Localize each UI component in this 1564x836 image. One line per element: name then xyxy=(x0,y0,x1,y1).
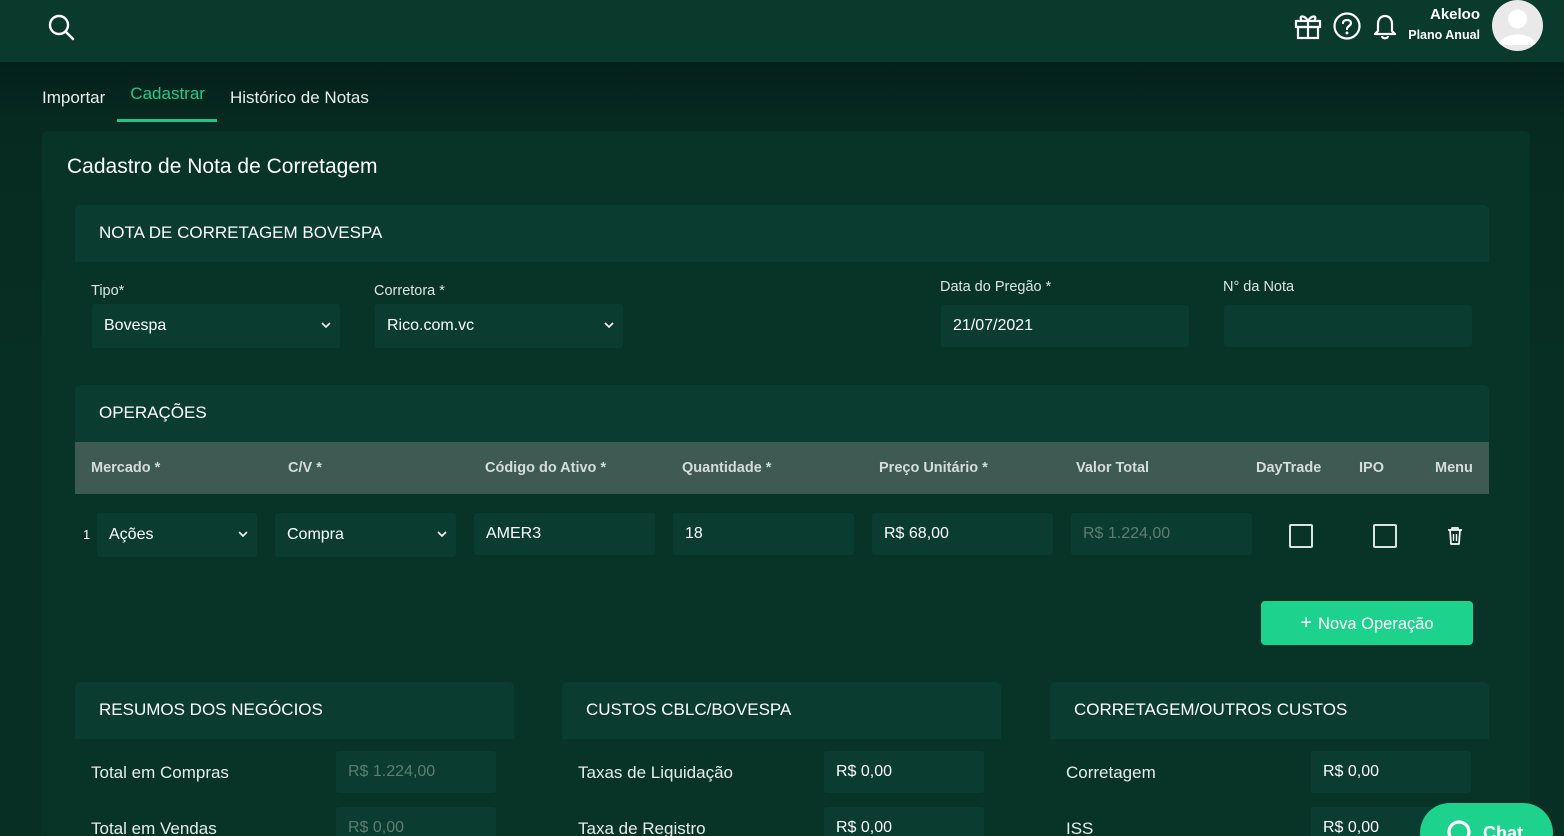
tipo-select[interactable]: Bovespa xyxy=(92,304,340,348)
codigo-ativo-input[interactable]: AMER3 xyxy=(474,513,655,555)
total-compras-field: R$ 1.224,00 xyxy=(336,751,496,793)
numero-nota-input[interactable] xyxy=(1224,305,1472,347)
cv-select[interactable]: Compra xyxy=(275,513,456,557)
gift-icon[interactable] xyxy=(1293,11,1323,41)
col-cv: C/V * xyxy=(288,460,322,476)
corretagem-label: Corretagem xyxy=(1066,763,1156,782)
tipo-value: Bovespa xyxy=(104,317,167,334)
tabs: Importar Cadastrar Histórico de Notas xyxy=(29,76,381,122)
tab-cadastrar[interactable]: Cadastrar xyxy=(117,76,217,122)
resumos-section-header: RESUMOS DOS NEGÓCIOS xyxy=(75,682,514,739)
operacoes-section-header: OPERAÇÕES xyxy=(75,385,1489,442)
chat-label: Chat xyxy=(1483,823,1523,836)
tab-importar[interactable]: Importar xyxy=(29,76,117,122)
custos-section-header: CUSTOS CBLC/BOVESPA xyxy=(562,682,1001,739)
corretagem-section-header: CORRETAGEM/OUTROS CUSTOS xyxy=(1050,682,1489,739)
col-ipo: IPO xyxy=(1359,460,1384,476)
taxa-registro-label: Taxa de Registro xyxy=(578,819,706,836)
trash-icon[interactable] xyxy=(1446,526,1464,546)
search-icon[interactable] xyxy=(46,12,76,42)
total-vendas-field: R$ 0,00 xyxy=(336,807,496,836)
mercado-select[interactable]: Ações xyxy=(97,513,257,557)
valor-total-field: R$ 1.224,00 xyxy=(1071,513,1252,555)
numero-nota-label: N° da Nota xyxy=(1223,279,1295,295)
total-compras-label: Total em Compras xyxy=(91,763,229,782)
user-avatar-icon xyxy=(1499,9,1536,45)
main-card: Cadastro de Nota de Corretagem NOTA DE C… xyxy=(42,131,1530,836)
col-menu: Menu xyxy=(1435,460,1473,476)
col-quantidade: Quantidade * xyxy=(682,460,772,476)
taxas-liquidacao-label: Taxas de Liquidação xyxy=(578,763,734,782)
corretora-select[interactable]: Rico.com.vc xyxy=(375,304,623,348)
bell-icon[interactable] xyxy=(1370,11,1400,41)
corretora-value: Rico.com.vc xyxy=(387,317,475,334)
data-pregao-input[interactable]: 21/07/2021 xyxy=(941,305,1189,347)
col-preco: Preço Unitário * xyxy=(879,460,988,476)
user-plan: Plano Anual xyxy=(1408,28,1480,42)
daytrade-checkbox[interactable] xyxy=(1289,524,1313,548)
nota-section-header: NOTA DE CORRETAGEM BOVESPA xyxy=(75,205,1489,262)
avatar[interactable] xyxy=(1492,0,1543,51)
plus-icon: + xyxy=(1300,612,1313,634)
taxas-liquidacao-input[interactable]: R$ 0,00 xyxy=(824,751,984,793)
chevron-down-icon xyxy=(437,531,447,538)
col-mercado: Mercado * xyxy=(91,460,161,476)
data-pregao-label: Data do Pregão * xyxy=(940,279,1052,295)
nova-operacao-button[interactable]: + Nova Operação xyxy=(1261,601,1473,645)
iss-label: ISS xyxy=(1066,819,1094,836)
chevron-down-icon xyxy=(321,322,331,329)
col-daytrade: DayTrade xyxy=(1256,460,1322,476)
col-codigo: Código do Ativo * xyxy=(485,460,607,476)
tab-historico-de-notas[interactable]: Histórico de Notas xyxy=(217,76,381,122)
user-name: Akeloo xyxy=(1429,6,1480,23)
chevron-down-icon xyxy=(604,322,614,329)
mercado-value: Ações xyxy=(109,526,154,543)
corretora-label: Corretora * xyxy=(374,283,445,299)
ipo-checkbox[interactable] xyxy=(1373,524,1397,548)
chat-button[interactable]: Chat xyxy=(1420,803,1553,836)
row-index: 1 xyxy=(83,527,91,542)
page-title: Cadastro de Nota de Corretagem xyxy=(67,155,378,178)
top-bar: Akeloo Plano Anual xyxy=(0,0,1564,62)
help-icon[interactable] xyxy=(1332,11,1362,41)
chevron-down-icon xyxy=(238,531,248,538)
taxa-registro-input[interactable]: R$ 0,00 xyxy=(824,807,984,836)
tipo-label: Tipo* xyxy=(91,283,125,299)
total-vendas-label: Total em Vendas xyxy=(91,819,217,836)
cv-value: Compra xyxy=(287,526,344,543)
chat-bubble-icon xyxy=(1447,820,1471,836)
quantidade-input[interactable]: 18 xyxy=(673,513,854,555)
nova-operacao-label: Nova Operação xyxy=(1318,615,1434,633)
preco-unitario-input[interactable]: R$ 68,00 xyxy=(872,513,1053,555)
corretagem-input[interactable]: R$ 0,00 xyxy=(1311,751,1471,793)
col-valor-total: Valor Total xyxy=(1076,460,1150,476)
operacoes-table-header: Mercado * C/V * Código do Ativo * Quanti… xyxy=(75,442,1489,494)
